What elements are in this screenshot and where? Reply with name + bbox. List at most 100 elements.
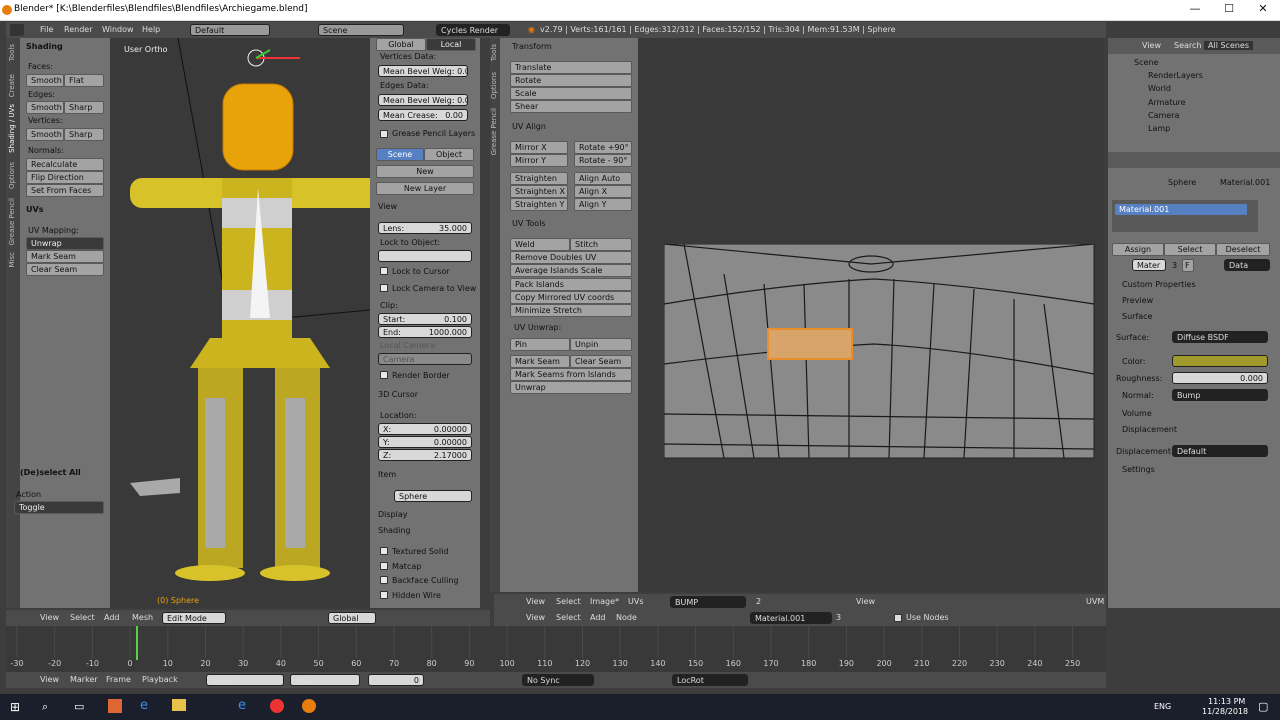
end-frame-field[interactable]: End: 252 xyxy=(290,674,360,686)
tab-global[interactable]: Global xyxy=(376,38,426,51)
grease-pencil-layers-checkbox[interactable] xyxy=(380,130,388,138)
chrome-icon[interactable] xyxy=(270,699,284,713)
roughness-field[interactable]: 0.000 xyxy=(1172,372,1268,384)
shading-panel-title[interactable]: Shading xyxy=(26,42,63,51)
scene-toggle[interactable]: Scene xyxy=(376,148,424,161)
displacement-selector[interactable]: Default xyxy=(1172,445,1268,457)
node-select-menu[interactable]: Select xyxy=(556,613,581,622)
clear-seam-button[interactable]: Clear Seam xyxy=(26,263,104,276)
material-slot-item[interactable]: Material.001 xyxy=(1114,203,1248,216)
cursor-x-field[interactable]: X: 0.00000 xyxy=(378,423,472,435)
pin-button[interactable]: Pin xyxy=(510,338,570,351)
viewport-view-menu[interactable]: View xyxy=(40,613,59,622)
start-menu-icon[interactable]: ⊞ xyxy=(10,700,20,714)
keying-set-selector[interactable]: LocRot xyxy=(672,674,748,686)
tab-shading-uvs[interactable]: Shading / UVs xyxy=(8,104,16,153)
straighten-y-button[interactable]: Straighten Y xyxy=(510,198,568,211)
outliner-item-renderlayers[interactable]: RenderLayers xyxy=(1148,71,1203,80)
set-from-faces-button[interactable]: Set From Faces xyxy=(26,184,104,197)
deselect-button[interactable]: Deselect xyxy=(1216,243,1270,256)
clock-time[interactable]: 11:13 PM xyxy=(1208,697,1245,706)
align-y-button[interactable]: Align Y xyxy=(574,198,632,211)
minimize-button[interactable]: — xyxy=(1180,2,1210,15)
flip-direction-button[interactable]: Flip Direction xyxy=(26,171,104,184)
language-indicator[interactable]: ENG xyxy=(1154,702,1171,711)
unwrap-menu[interactable]: Unwrap xyxy=(26,237,104,250)
clock-date[interactable]: 11/28/2018 xyxy=(1202,707,1248,716)
timeline-ruler[interactable]: -30 -20 -10 0 10 20 30 40 50 60 70 80 90 100 110 120 130… xyxy=(6,626,1106,672)
timeline[interactable]: -30 -20 -10 0 10 20 30 40 50 60 70 80 90 100 110 120 130… xyxy=(6,626,1106,672)
mark-seam-button[interactable]: Mark Seam xyxy=(26,250,104,263)
straighten-button[interactable]: Straighten xyxy=(510,172,568,185)
uv-unwrap-button[interactable]: Unwrap xyxy=(510,381,632,394)
task-view-icon[interactable]: ▭ xyxy=(74,700,84,713)
item-panel-title[interactable]: Item xyxy=(378,470,396,479)
deselect-operator-title[interactable]: (De)select All xyxy=(20,468,81,477)
volume-panel[interactable]: Volume xyxy=(1122,409,1152,418)
node-material-selector[interactable]: Material.001 xyxy=(750,612,832,624)
viewport-select-menu[interactable]: Select xyxy=(70,613,95,622)
shear-button[interactable]: Shear xyxy=(510,100,632,113)
translate-button[interactable]: Translate xyxy=(510,61,632,74)
surface-panel[interactable]: Surface xyxy=(1122,312,1152,321)
uv-tab-grease-pencil[interactable]: Grease Pencil xyxy=(490,108,498,155)
custom-properties-panel[interactable]: Custom Properties xyxy=(1122,280,1196,289)
settings-panel[interactable]: Settings xyxy=(1122,465,1155,474)
uv-clear-seam-button[interactable]: Clear Seam xyxy=(570,355,632,368)
mirror-x-button[interactable]: Mirror X xyxy=(510,141,568,154)
rotate-plus-90-button[interactable]: Rotate +90° xyxy=(574,141,632,154)
notifications-icon[interactable]: ▢ xyxy=(1258,700,1268,713)
straighten-x-button[interactable]: Straighten X xyxy=(510,185,568,198)
edges-smooth-button[interactable]: Smooth xyxy=(26,101,64,114)
tab-grease-pencil[interactable]: Grease Pencil xyxy=(8,198,16,245)
action-selector[interactable]: Toggle xyxy=(14,501,104,514)
menu-render[interactable]: Render xyxy=(64,25,92,34)
align-x-button[interactable]: Align X xyxy=(574,185,632,198)
vertices-sharp-button[interactable]: Sharp xyxy=(64,128,104,141)
uv-image-menu[interactable]: Image* xyxy=(590,597,619,606)
node-node-menu[interactable]: Node xyxy=(616,613,637,622)
edges-sharp-button[interactable]: Sharp xyxy=(64,101,104,114)
textured-solid-checkbox[interactable] xyxy=(380,547,388,555)
uv-tools-panel-title[interactable]: UV Tools xyxy=(512,219,546,228)
orientation-selector[interactable]: Global xyxy=(328,612,376,624)
search-icon[interactable]: ⌕ xyxy=(42,700,48,714)
scene-selector[interactable]: Scene xyxy=(318,24,404,36)
menu-help[interactable]: Help xyxy=(142,25,160,34)
uvs-panel-title[interactable]: UVs xyxy=(26,205,43,214)
tab-options[interactable]: Options xyxy=(8,162,16,189)
media-app-icon[interactable] xyxy=(108,699,122,713)
image-selector[interactable]: BUMP xyxy=(670,596,746,608)
file-explorer-icon[interactable] xyxy=(172,699,186,711)
render-engine-selector[interactable]: Cycles Render xyxy=(436,24,510,36)
render-border-checkbox[interactable] xyxy=(380,371,388,379)
mean-bevel-weight-vertices-field[interactable]: Mean Bevel Weig: 0.00 xyxy=(378,65,468,77)
timeline-playback-menu[interactable]: Playback xyxy=(142,675,178,684)
uv-tab-options[interactable]: Options xyxy=(490,72,498,99)
display-panel-title[interactable]: Display xyxy=(378,510,408,519)
uv-select-menu[interactable]: Select xyxy=(556,597,581,606)
view-panel-title[interactable]: View xyxy=(378,202,397,211)
mirror-y-button[interactable]: Mirror Y xyxy=(510,154,568,167)
minimize-stretch-button[interactable]: Minimize Stretch xyxy=(510,304,632,317)
outliner-item-armature[interactable]: Armature xyxy=(1148,98,1186,107)
uv-align-panel-title[interactable]: UV Align xyxy=(512,122,546,131)
uvmap-selector[interactable]: UVM xyxy=(1086,597,1104,606)
weld-button[interactable]: Weld xyxy=(510,238,570,251)
cursor-z-field[interactable]: Z: 2.17000 xyxy=(378,449,472,461)
shading-panel-title-n[interactable]: Shading xyxy=(378,526,411,535)
uv-canvas[interactable] xyxy=(638,38,1104,592)
menu-window[interactable]: Window xyxy=(102,25,134,34)
tab-local[interactable]: Local xyxy=(426,38,476,51)
uv-tab-tools[interactable]: Tools xyxy=(490,44,498,61)
lock-object-field[interactable] xyxy=(378,250,472,262)
fake-user-button[interactable]: F xyxy=(1182,259,1194,272)
hidden-wire-checkbox[interactable] xyxy=(380,591,388,599)
cursor-y-field[interactable]: Y: 0.00000 xyxy=(378,436,472,448)
editor-type-icon[interactable] xyxy=(10,24,24,36)
outliner-display-mode[interactable]: All Scenes xyxy=(1204,41,1254,50)
unpin-button[interactable]: Unpin xyxy=(570,338,632,351)
uv-view-menu[interactable]: View xyxy=(526,597,545,606)
color-swatch[interactable] xyxy=(1172,355,1268,367)
mean-bevel-weight-edges-field[interactable]: Mean Bevel Weig: 0.00 xyxy=(378,94,468,106)
